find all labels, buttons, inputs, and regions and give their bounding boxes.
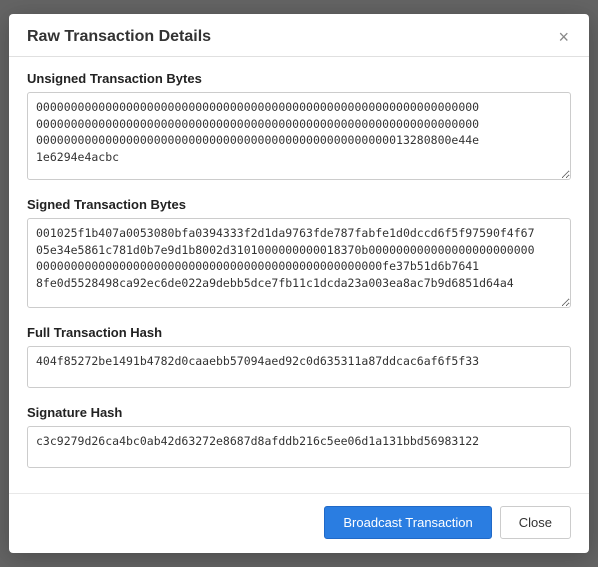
unsigned-bytes-textarea[interactable]: [27, 92, 571, 180]
unsigned-bytes-label: Unsigned Transaction Bytes: [27, 71, 571, 86]
sig-hash-textarea[interactable]: [27, 426, 571, 468]
signed-bytes-textarea[interactable]: [27, 218, 571, 308]
full-hash-textarea[interactable]: [27, 346, 571, 388]
modal-header: Raw Transaction Details ×: [9, 14, 589, 57]
signed-bytes-label: Signed Transaction Bytes: [27, 197, 571, 212]
modal-footer: Broadcast Transaction Close: [9, 493, 589, 553]
modal-overlay: Raw Transaction Details × Unsigned Trans…: [0, 0, 598, 567]
modal-body: Unsigned Transaction Bytes Signed Transa…: [9, 57, 589, 483]
close-x-button[interactable]: ×: [556, 28, 571, 46]
modal-title: Raw Transaction Details: [27, 28, 211, 46]
broadcast-transaction-button[interactable]: Broadcast Transaction: [324, 506, 491, 539]
close-button[interactable]: Close: [500, 506, 571, 539]
full-hash-label: Full Transaction Hash: [27, 325, 571, 340]
modal-dialog: Raw Transaction Details × Unsigned Trans…: [9, 14, 589, 553]
sig-hash-label: Signature Hash: [27, 405, 571, 420]
